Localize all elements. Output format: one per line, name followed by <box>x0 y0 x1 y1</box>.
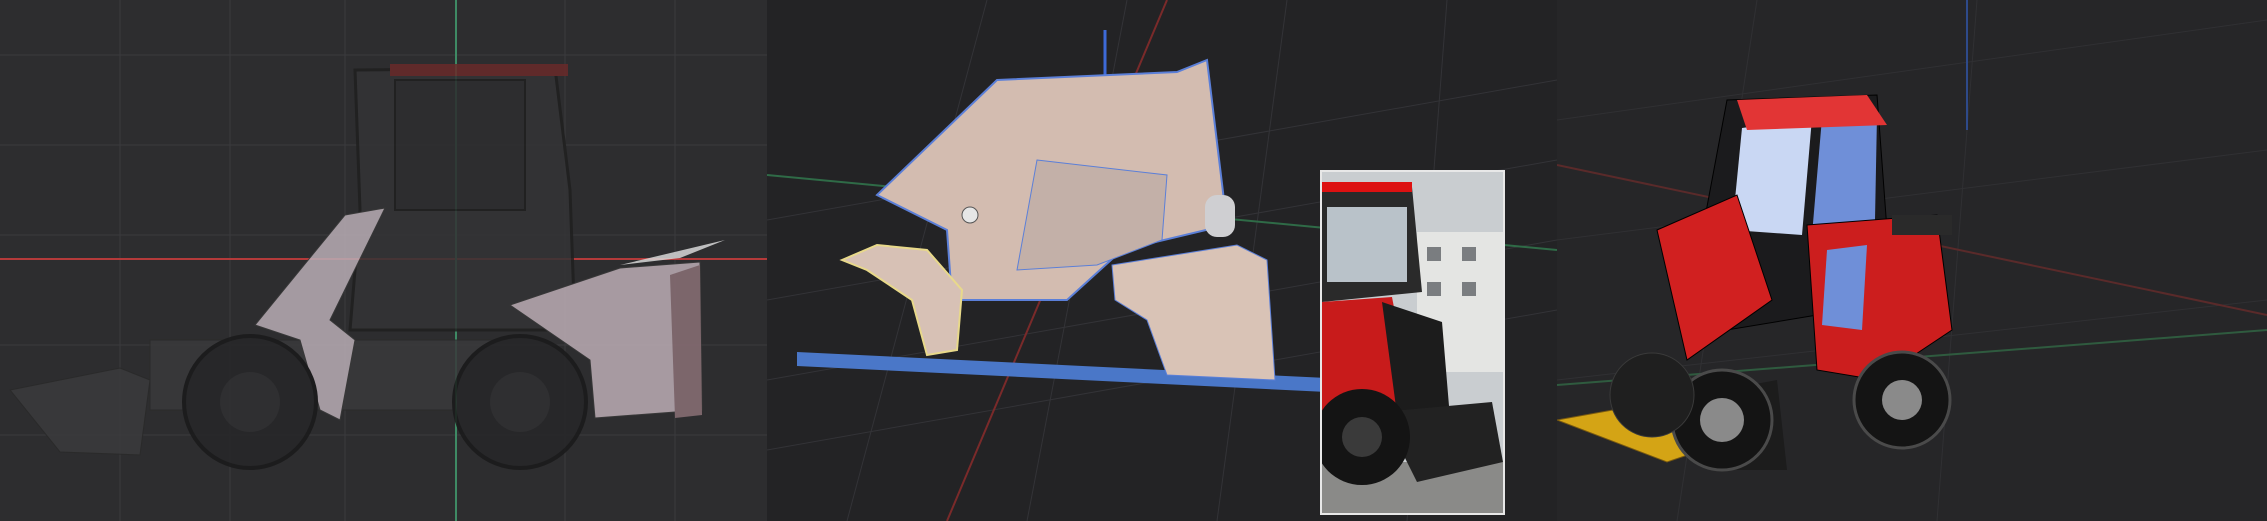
photo-loader-icon <box>1322 172 1503 513</box>
side-view-canvas <box>0 0 767 521</box>
render-canvas <box>1557 0 2267 521</box>
orthographic-side-viewport[interactable] <box>0 0 767 521</box>
cab-panels-icon <box>797 58 1327 392</box>
reference-photo[interactable] <box>1320 170 1505 515</box>
wireframe-loader-icon <box>9 64 725 470</box>
rendered-perspective-viewport[interactable] <box>1557 0 2267 521</box>
xray-loader-icon <box>1557 94 1953 472</box>
